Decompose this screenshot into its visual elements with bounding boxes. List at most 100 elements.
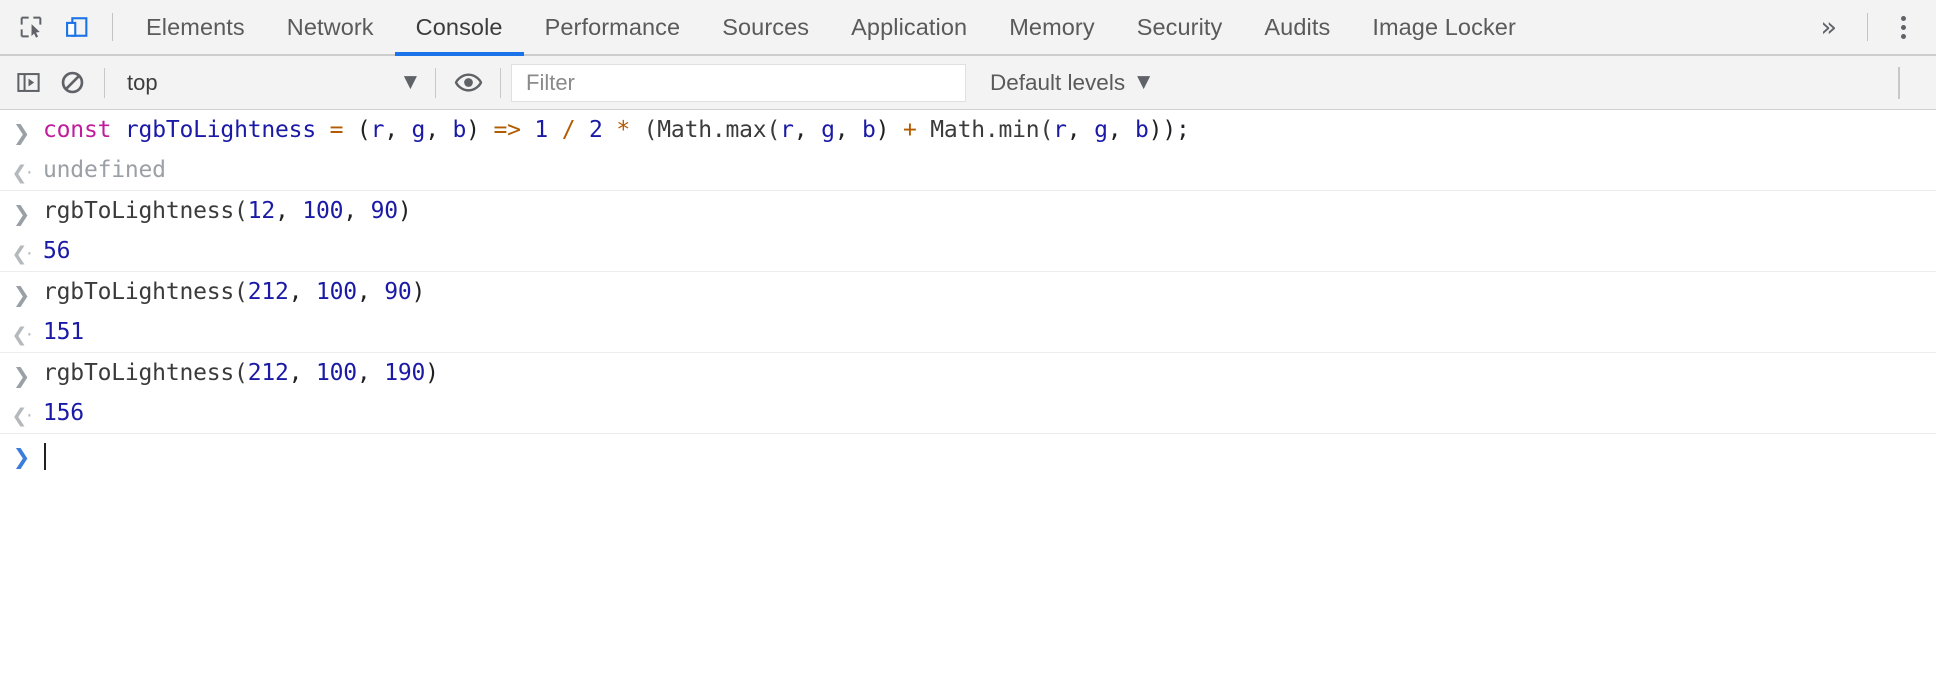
log-levels-selector[interactable]: Default levels ▼ (976, 63, 1164, 103)
input-arrow-gutter: ❯ (0, 191, 43, 231)
execution-context-value: top (127, 69, 158, 95)
code-token: 151 (43, 319, 84, 345)
output-arrow-gutter: ❮· (0, 150, 43, 190)
console-output-text: undefined (43, 150, 166, 190)
prompt-arrow-gutter: ❯ (0, 434, 43, 474)
console-group: ❯ rgbToLightness(12, 100, 90) ❮· 56 (0, 191, 1936, 272)
code-token: Math.min( (916, 117, 1054, 143)
tab-application[interactable]: Application (830, 0, 988, 54)
live-expression-eye-icon[interactable] (446, 61, 490, 105)
prompt-arrow-icon: ❯ (12, 363, 31, 388)
tab-label: Network (286, 13, 374, 40)
result-arrow-icon: ❮· (11, 323, 33, 346)
tab-performance[interactable]: Performance (524, 0, 702, 54)
tab-sources[interactable]: Sources (701, 0, 830, 54)
tab-label: Application (851, 13, 968, 40)
chevron-down-icon: ▼ (403, 72, 417, 92)
clear-console-icon[interactable] (50, 61, 94, 105)
filter-input[interactable] (524, 68, 953, 97)
tabbar-tools (0, 0, 125, 54)
code-token: , (275, 198, 303, 224)
tab-label: Console (415, 13, 503, 40)
code-token: 100 (302, 198, 344, 224)
tab-label: Image Locker (1372, 13, 1516, 40)
tab-network[interactable]: Network (266, 0, 395, 54)
code-token: g (411, 117, 426, 143)
kebab-dot (1900, 24, 1906, 30)
tabbar-divider (112, 13, 113, 41)
kebab-dot (1900, 33, 1906, 39)
code-token: rgbToLightness( (43, 279, 248, 305)
code-token: 90 (370, 198, 398, 224)
inspect-element-icon[interactable] (8, 4, 54, 50)
more-options-kebab-icon[interactable] (1880, 4, 1926, 50)
console-group: ❯ rgbToLightness(212, 100, 90) ❮· 151 (0, 272, 1936, 353)
console-sidebar-toggle-icon[interactable] (6, 61, 50, 105)
code-token: b (1135, 117, 1149, 143)
code-token: rgbToLightness( (43, 198, 248, 224)
console-output-row: ❮· undefined (0, 150, 1936, 190)
console-input-row[interactable]: ❯ rgbToLightness(212, 100, 90) (0, 272, 1936, 312)
console-toolbar: top ▼ Default levels ▼ (0, 56, 1936, 110)
tab-console[interactable]: Console (394, 0, 524, 56)
tab-security[interactable]: Security (1116, 0, 1244, 54)
tab-label: Elements (146, 13, 245, 40)
code-token: )); (1148, 117, 1190, 143)
code-token: b (862, 117, 876, 143)
console-output-row: ❮· 156 (0, 393, 1936, 433)
tab-memory[interactable]: Memory (988, 0, 1115, 54)
code-token: + (902, 117, 917, 143)
result-arrow-icon: ❮· (11, 161, 33, 184)
text-cursor (44, 443, 46, 470)
toolbar-divider-right (1898, 67, 1900, 99)
console-input-row[interactable]: ❯ rgbToLightness(212, 100, 190) (0, 353, 1936, 393)
console-output-text: 56 (43, 231, 70, 271)
tabbar-right-controls: » (1802, 0, 1936, 54)
code-token: ) (875, 117, 903, 143)
code-token: 90 (384, 279, 412, 305)
tab-elements[interactable]: Elements (125, 0, 266, 54)
code-token: undefined (43, 157, 166, 183)
code-token: , (793, 117, 822, 143)
code-token: (Math.max( (629, 117, 781, 143)
code-token: ) (425, 360, 439, 386)
tabbar-right-divider (1867, 13, 1868, 41)
console-input-text: rgbToLightness(212, 100, 90) (43, 272, 425, 312)
code-token: g (821, 117, 835, 143)
code-token: 100 (315, 360, 357, 386)
more-tabs-chevron-icon[interactable]: » (1802, 14, 1855, 41)
result-arrow-icon: ❮· (11, 242, 33, 265)
console-input-text: rgbToLightness(12, 100, 90) (43, 191, 412, 231)
code-token: 100 (315, 279, 357, 305)
toolbar-divider-2 (435, 67, 436, 98)
device-toolbar-icon[interactable] (54, 4, 100, 50)
tab-image-locker[interactable]: Image Locker (1351, 0, 1537, 54)
console-input-row[interactable]: ❯ const rgbToLightness = (r, g, b) => 1 … (0, 110, 1936, 150)
console-filter-box[interactable] (511, 63, 966, 102)
console-input-text: rgbToLightness(212, 100, 190) (43, 353, 439, 393)
code-token: 12 (247, 198, 276, 224)
code-token: 212 (247, 279, 289, 305)
code-token: = (329, 117, 344, 143)
code-token: , (356, 279, 385, 305)
console-message-list[interactable]: ❯ const rgbToLightness = (r, g, b) => 1 … (0, 110, 1936, 676)
console-prompt-row[interactable]: ❯ (0, 434, 1936, 478)
tab-audits[interactable]: Audits (1243, 0, 1351, 54)
code-token: , (1107, 117, 1136, 143)
log-levels-label: Default levels (990, 69, 1126, 95)
code-token: 190 (384, 360, 426, 386)
output-arrow-gutter: ❮· (0, 393, 43, 433)
console-output-row: ❮· 56 (0, 231, 1936, 271)
code-token: , (425, 117, 453, 143)
code-token: 212 (247, 360, 289, 386)
toolbar-divider-1 (104, 67, 105, 98)
console-input-row[interactable]: ❯ rgbToLightness(12, 100, 90) (0, 191, 1936, 231)
code-token: => (493, 117, 521, 143)
code-token: b (452, 117, 467, 143)
execution-context-selector[interactable]: top ▼ (115, 63, 425, 103)
prompt-arrow-icon: ❯ (12, 120, 31, 145)
